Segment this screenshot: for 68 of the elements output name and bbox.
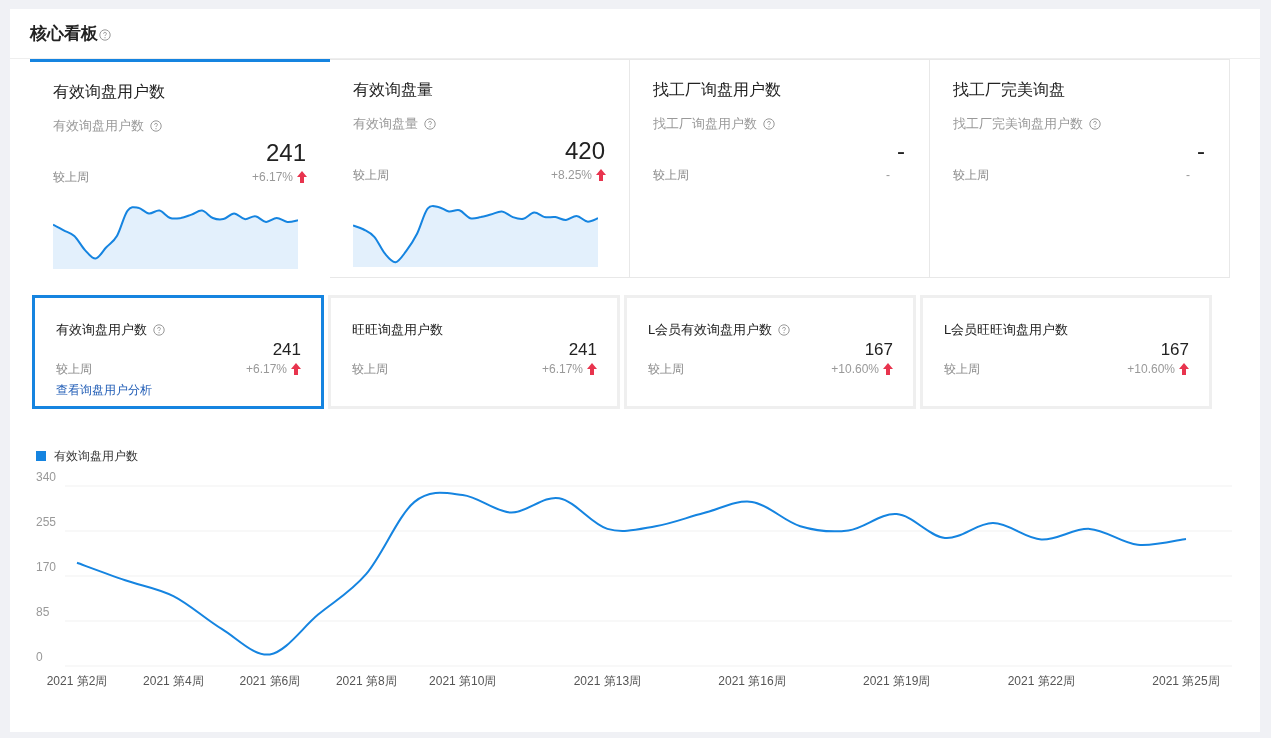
legend-label: 有效询盘用户数	[54, 448, 138, 465]
x-axis-label: 2021 第2周	[46, 674, 108, 688]
y-axis-label: 255	[36, 515, 57, 529]
compare-label: 较上周	[53, 169, 89, 186]
y-axis-label: 85	[36, 605, 50, 619]
x-axis-label: 2021 第10周	[429, 674, 497, 688]
x-axis-label: 2021 第6周	[239, 674, 301, 688]
metric-value: 241	[272, 340, 301, 360]
card-title: L会员有效询盘用户数	[648, 321, 773, 340]
x-axis-label: 2021 第8周	[335, 674, 397, 688]
card-subtitle: 有效询盘用户数	[53, 117, 144, 136]
change-percent: -	[1186, 167, 1190, 184]
help-icon[interactable]	[778, 324, 791, 336]
metric-value: 167	[864, 340, 893, 360]
card-title: 找工厂完美询盘	[953, 80, 1066, 100]
metric-tab[interactable]: 找工厂询盘用户数 找工厂询盘用户数 - 较上周 -	[630, 59, 930, 278]
compare-label: 较上周	[953, 167, 989, 184]
metric-tab[interactable]: 找工厂完美询盘 找工厂完美询盘用户数 - 较上周 -	[930, 59, 1230, 278]
x-axis-label: 2021 第4周	[143, 674, 204, 688]
change-percent: +6.17%	[245, 361, 287, 378]
card-title: 有效询盘量	[353, 80, 434, 100]
metric-value: 241	[265, 138, 306, 168]
metric-card[interactable]: 有效询盘用户数 241 较上周 +6.17% 查看询盘用户分析	[32, 295, 324, 409]
metric-card[interactable]: 旺旺询盘用户数 241 较上周 +6.17%	[328, 295, 620, 409]
help-icon[interactable]	[99, 29, 111, 41]
metric-value: 167	[1160, 340, 1189, 360]
card-subtitle: 找工厂询盘用户数	[653, 115, 757, 134]
help-icon[interactable]	[1089, 118, 1101, 130]
compare-label: 较上周	[648, 361, 684, 378]
change-percent: +10.60%	[831, 361, 879, 378]
compare-label: 较上周	[352, 361, 388, 378]
analysis-link[interactable]: 查看询盘用户分析	[56, 381, 152, 399]
x-axis-label: 2021 第22周	[1007, 674, 1076, 688]
x-axis-label: 2021 第19周	[863, 674, 931, 688]
board-title: 核心看板	[30, 22, 98, 45]
change-percent: -	[886, 167, 890, 184]
metric-value: -	[897, 136, 905, 166]
card-title: 找工厂询盘用户数	[653, 80, 782, 100]
metric-card[interactable]: L会员旺旺询盘用户数 167 较上周 +10.60%	[920, 295, 1212, 409]
metric-card[interactable]: L会员有效询盘用户数 167 较上周 +10.60%	[624, 295, 916, 409]
card-title: 旺旺询盘用户数	[352, 321, 443, 340]
help-icon[interactable]	[424, 118, 436, 130]
y-axis-label: 0	[36, 650, 43, 664]
card-title: 有效询盘用户数	[53, 82, 166, 102]
compare-label: 较上周	[944, 361, 980, 378]
card-title: L会员旺旺询盘用户数	[944, 321, 1069, 340]
y-axis-label: 170	[36, 560, 57, 574]
metric-value: -	[1197, 136, 1205, 166]
card-title: 有效询盘用户数	[56, 321, 147, 340]
change-percent: +6.17%	[251, 169, 293, 186]
compare-label: 较上周	[56, 361, 92, 378]
metric-tab[interactable]: 有效询盘量 有效询盘量 420 较上周 +8.25%	[330, 59, 630, 278]
compare-label: 较上周	[653, 167, 689, 184]
y-axis-label: 340	[36, 470, 57, 484]
help-icon[interactable]	[150, 120, 162, 132]
metric-value: 420	[564, 136, 605, 166]
card-subtitle: 有效询盘量	[353, 115, 418, 134]
help-icon[interactable]	[763, 118, 775, 130]
change-percent: +8.25%	[550, 167, 592, 184]
card-subtitle: 找工厂完美询盘用户数	[953, 115, 1083, 134]
metric-value: 241	[568, 340, 597, 360]
x-axis-label: 2021 第13周	[573, 674, 642, 688]
change-percent: +10.60%	[1127, 361, 1175, 378]
x-axis-label: 2021 第25周	[1152, 674, 1220, 688]
change-percent: +6.17%	[541, 361, 583, 378]
help-icon[interactable]	[153, 324, 165, 336]
compare-label: 较上周	[353, 167, 389, 184]
x-axis-label: 2021 第16周	[718, 674, 786, 688]
